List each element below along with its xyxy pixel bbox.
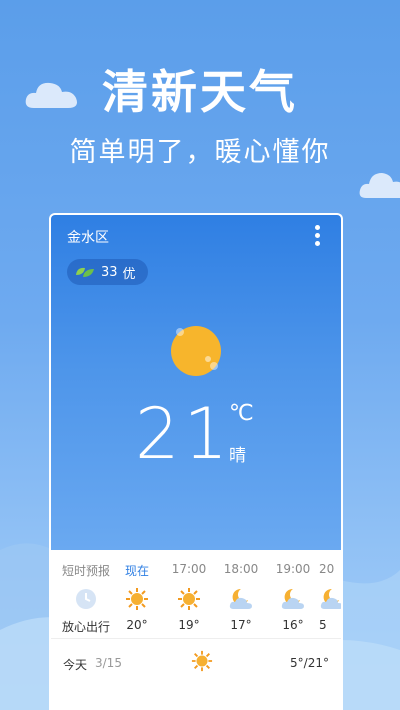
weather-condition: 晴 (229, 446, 246, 466)
clock-icon (76, 589, 96, 609)
forecast-panel: 短时预报 放心出行 现在 20° 17:00 19° 18:00 17° 19:… (51, 550, 341, 710)
forecast-hour: 17:00 19° (163, 562, 215, 632)
forecast-temp: 19° (178, 618, 200, 632)
location-label[interactable]: 金水区 (67, 227, 109, 247)
divider (51, 638, 341, 639)
aqi-level: 优 (122, 266, 136, 282)
aqi-value: 33 (101, 264, 118, 280)
moon-cloud-icon (281, 588, 304, 609)
forecast-temp: 20° (126, 618, 148, 632)
aqi-badge[interactable]: 33 优 (67, 259, 148, 285)
day-date: 3/15 (95, 656, 122, 670)
sun-icon (126, 588, 148, 610)
phone-card: 金水区 33 优 21 ℃ 晴 短时预报 放心出行 现在 20° 17:00 1… (49, 213, 343, 710)
sun-icon (178, 588, 200, 610)
temperature-unit: ℃ (229, 401, 254, 426)
day-label: 今天 (63, 658, 88, 672)
current-weather-panel: 金水区 33 优 21 ℃ 晴 (51, 215, 341, 550)
forecast-hour: 19:00 16° (267, 562, 319, 632)
promo-headline: 清新天气 (102, 65, 298, 119)
promo-subline: 简单明了，暖心懂你 (69, 137, 331, 168)
forecast-time: 现在 (124, 564, 149, 578)
forecast-hour: 18:00 17° (215, 562, 267, 632)
hourly-forecast[interactable]: 短时预报 放心出行 现在 20° 17:00 19° 18:00 17° 19:… (51, 562, 341, 642)
day-temp-range: 5°/21° (290, 656, 329, 670)
forecast-time: 20 (319, 562, 335, 576)
forecast-time: 17:00 (171, 562, 207, 576)
forecast-hour: 20 5 (319, 562, 341, 632)
forecast-label-column: 短时预报 放心出行 (57, 562, 115, 635)
forecast-hour: 现在 20° (111, 562, 163, 632)
moon-cloud-icon (320, 588, 341, 609)
daily-row-today[interactable]: 今天 3/15 5°/21° (63, 650, 329, 676)
forecast-temp: 5 (319, 618, 327, 632)
cloud-right-icon (359, 173, 400, 198)
forecast-temp: 17° (230, 618, 252, 632)
forecast-time: 18:00 (223, 562, 259, 576)
forecast-time: 19:00 (275, 562, 311, 576)
forecast-label-sub: 放心出行 (61, 620, 110, 634)
more-menu-icon[interactable] (315, 225, 321, 249)
sun-icon (171, 326, 221, 376)
sun-icon (191, 650, 213, 672)
forecast-temp: 16° (282, 618, 304, 632)
current-temperature: 21 (135, 393, 233, 475)
moon-cloud-icon (229, 588, 252, 609)
forecast-label: 短时预报 (61, 564, 110, 578)
leaf-icon (76, 267, 94, 277)
